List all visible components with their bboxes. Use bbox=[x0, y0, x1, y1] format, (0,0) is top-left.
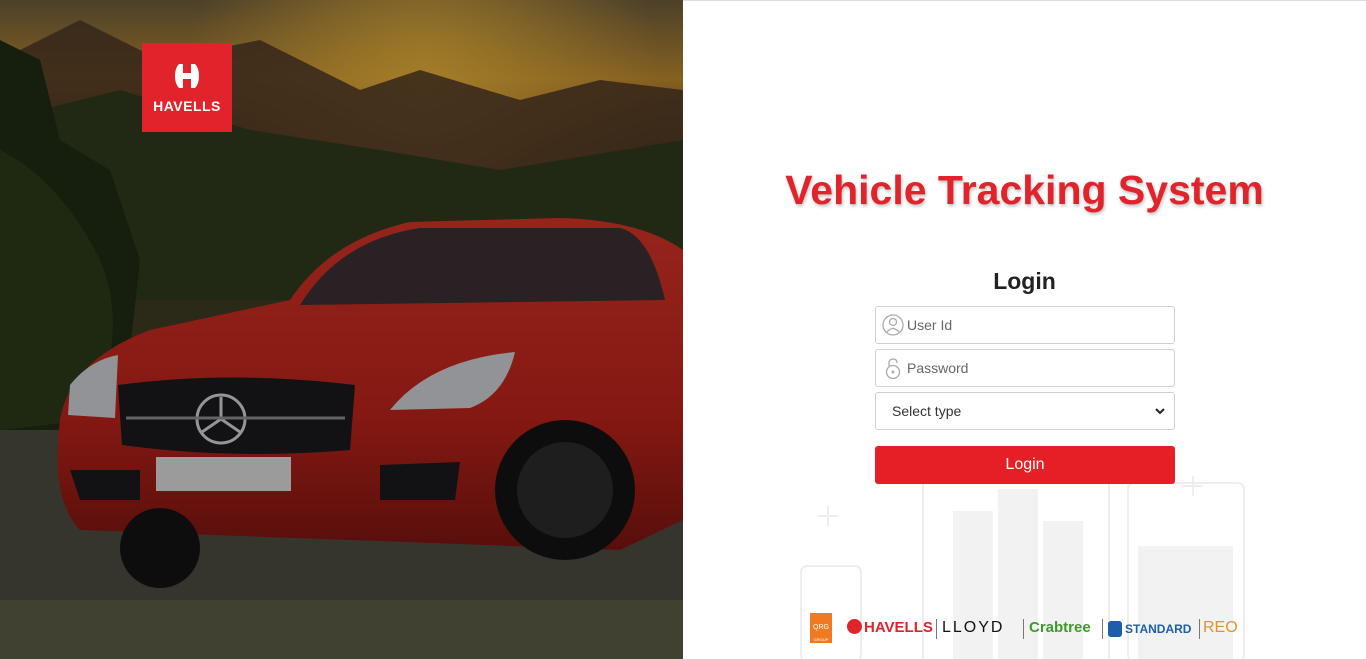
lloyd-brand: LLOYD bbox=[942, 619, 1005, 636]
havells-brand: HAVELLS bbox=[847, 619, 933, 636]
havells-logo-text: HAVELLS bbox=[153, 98, 221, 114]
password-input[interactable] bbox=[907, 350, 1167, 386]
type-select[interactable]: Select type bbox=[875, 392, 1175, 430]
crabtree-brand: Crabtree bbox=[1029, 619, 1091, 636]
group-brands-strip: QRG GROUP HAVELLS LLOYD Crabtree STANDAR… bbox=[810, 611, 1250, 645]
user-icon bbox=[882, 314, 904, 336]
standard-brand: STANDARD bbox=[1108, 621, 1191, 637]
havells-logo-icon bbox=[175, 64, 199, 88]
standard-brand-icon bbox=[1108, 621, 1122, 637]
qrg-logo: QRG GROUP bbox=[810, 613, 832, 643]
login-panel: Vehicle Tracking System Login Select typ… bbox=[683, 0, 1366, 659]
havells-brand-icon bbox=[847, 619, 862, 634]
lock-icon bbox=[885, 358, 901, 380]
password-field[interactable] bbox=[875, 349, 1175, 387]
hero-image-panel: HAVELLS bbox=[0, 0, 683, 659]
car-landscape-photo bbox=[0, 0, 683, 659]
havells-logo: HAVELLS bbox=[142, 43, 232, 132]
app-title: Vehicle Tracking System bbox=[785, 167, 1264, 213]
reo-brand: REO bbox=[1203, 619, 1238, 636]
qrg-logo-sub: GROUP bbox=[813, 637, 829, 642]
chevron-down-icon bbox=[1155, 408, 1165, 415]
login-heading: Login bbox=[993, 268, 1056, 294]
user-id-input[interactable] bbox=[907, 307, 1167, 343]
type-select-value: Select type bbox=[892, 403, 962, 419]
user-id-field[interactable] bbox=[875, 306, 1175, 344]
qrg-logo-text: QRG bbox=[813, 624, 829, 631]
login-button[interactable]: Login bbox=[875, 446, 1175, 484]
